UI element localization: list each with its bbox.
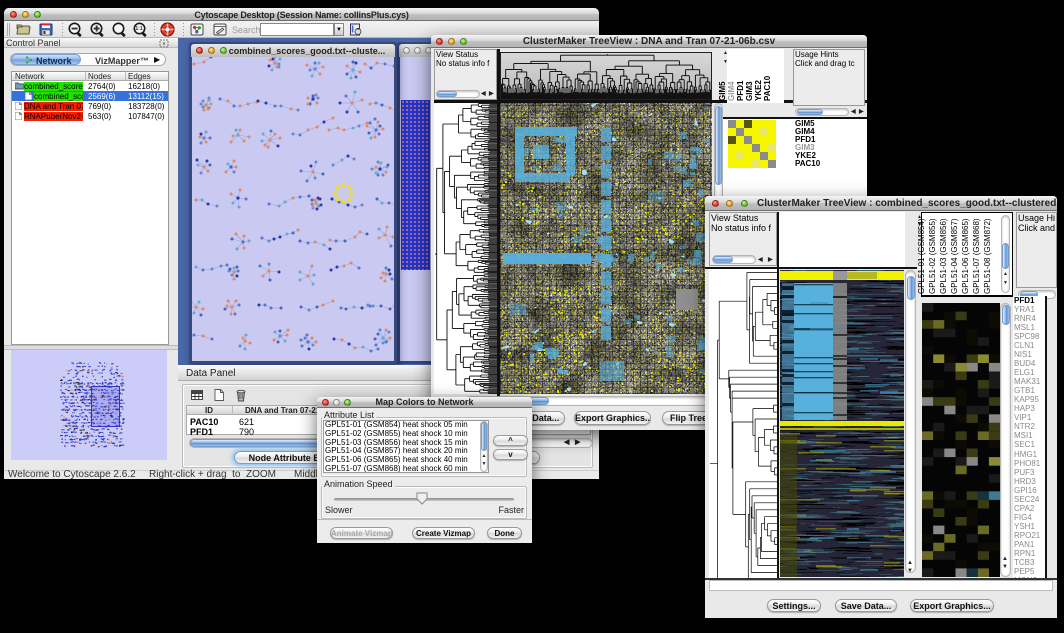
svg-text:1:1: 1:1 [135, 26, 142, 32]
